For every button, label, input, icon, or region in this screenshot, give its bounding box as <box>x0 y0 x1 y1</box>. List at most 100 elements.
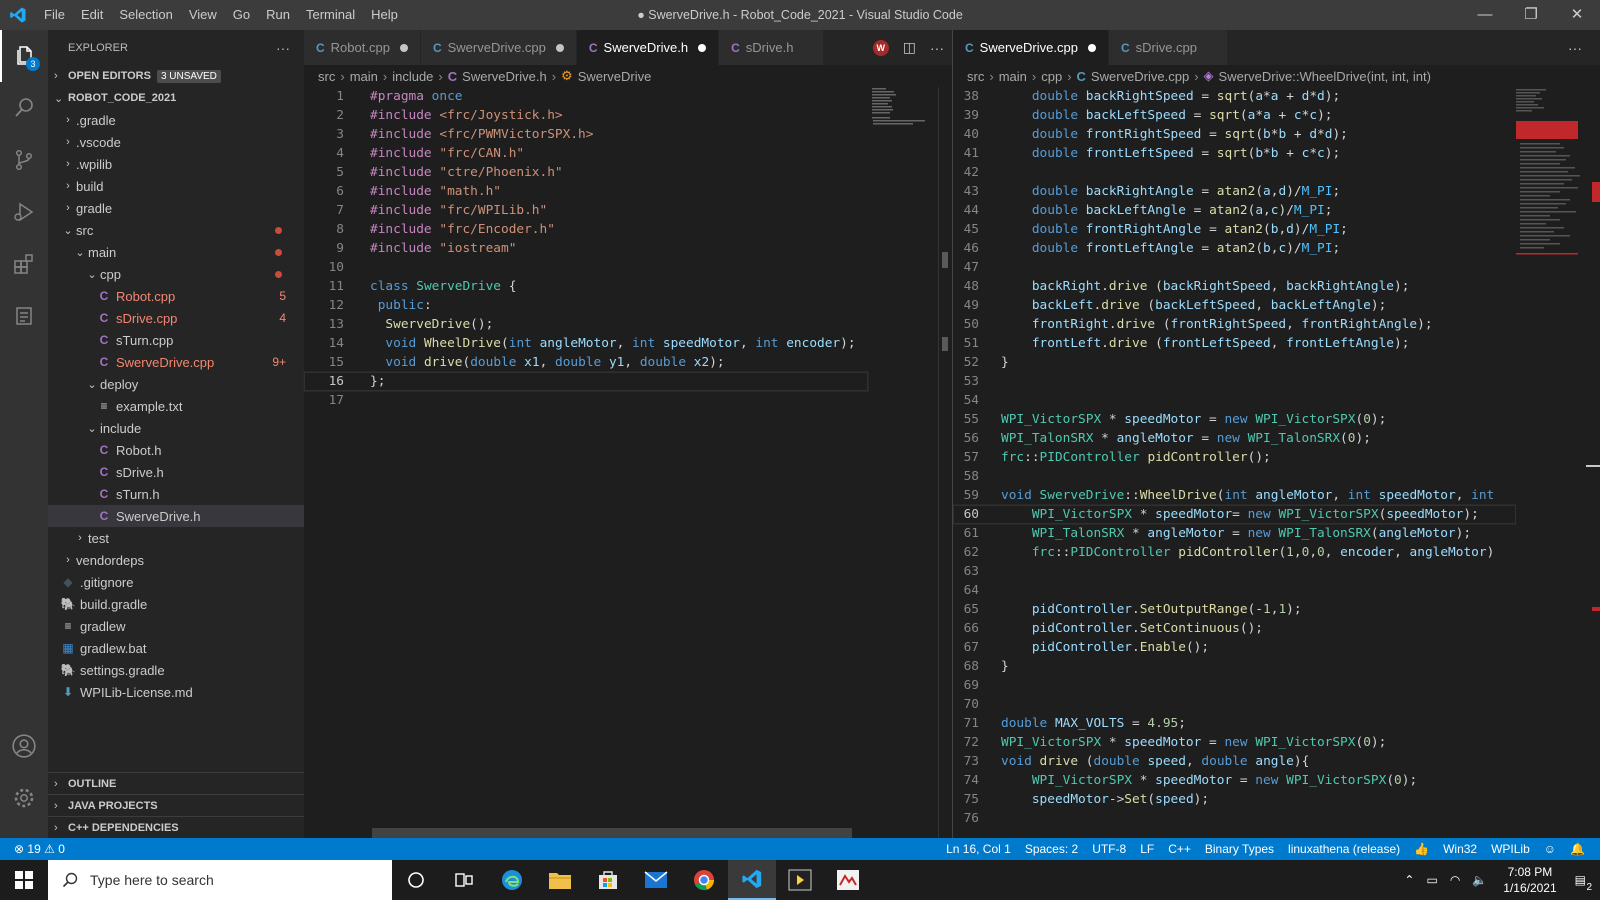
tree-item[interactable]: › gradle <box>48 197 304 219</box>
close-button[interactable]: ✕ <box>1554 0 1600 30</box>
split-editor-icon[interactable]: ◫ <box>903 39 916 56</box>
restore-button[interactable]: ❐ <box>1508 0 1554 30</box>
right-vertical-scrollbar[interactable] <box>1586 87 1600 838</box>
tree-item[interactable]: › build <box>48 175 304 197</box>
tree-item[interactable]: C Robot.h <box>48 439 304 461</box>
tree-item[interactable]: ▦ gradlew.bat <box>48 637 304 659</box>
source-control-activity[interactable] <box>0 134 48 186</box>
chevron-up-icon[interactable]: ⌃ <box>1398 873 1420 887</box>
left-minimap[interactable] <box>872 87 932 127</box>
problems-indicator[interactable]: ⊗ 19 ⚠ 0 <box>0 842 72 856</box>
tree-item[interactable]: ≡ example.txt <box>48 395 304 417</box>
run-debug-activity[interactable] <box>0 186 48 238</box>
test-activity[interactable] <box>0 290 48 342</box>
build-config[interactable]: linuxathena (release) <box>1281 842 1407 856</box>
tree-item[interactable]: C SwerveDrive.h <box>48 505 304 527</box>
tab-sdrive-cpp[interactable]: CsDrive.cpp <box>1108 30 1229 65</box>
tree-item[interactable]: ⌄ src <box>48 219 304 241</box>
search-activity[interactable] <box>0 82 48 134</box>
encoding[interactable]: UTF-8 <box>1085 842 1133 856</box>
thumbs-up-icon[interactable]: 👍 <box>1407 842 1436 856</box>
platform[interactable]: Win32 <box>1436 842 1484 856</box>
workspace-root[interactable]: ⌄ ROBOT_CODE_2021 <box>48 87 304 109</box>
tree-item[interactable]: CsDrive.cpp 4 <box>48 307 304 329</box>
store-icon[interactable] <box>584 860 632 900</box>
tree-item[interactable]: › .vscode <box>48 131 304 153</box>
vscode-taskbar-icon[interactable] <box>728 860 776 900</box>
breadcrumb-segment[interactable]: src <box>967 69 984 84</box>
breadcrumb-segment[interactable]: main <box>350 69 378 84</box>
tree-item[interactable]: CsTurn.h <box>48 483 304 505</box>
wpilib-icon[interactable]: W <box>872 39 889 56</box>
language-mode[interactable]: C++ <box>1161 842 1198 856</box>
driver-station-icon[interactable] <box>824 860 872 900</box>
menu-item-help[interactable]: Help <box>363 0 406 30</box>
breadcrumb-segment[interactable]: main <box>999 69 1027 84</box>
notifications-icon[interactable]: ▤ 2 <box>1567 873 1600 893</box>
menu-item-terminal[interactable]: Terminal <box>298 0 363 30</box>
tab-sdrive-h[interactable]: CsDrive.h <box>719 30 825 65</box>
left-horizontal-scrollbar[interactable] <box>372 828 852 838</box>
breadcrumb-file[interactable]: SwerveDrive.cpp <box>1091 69 1189 84</box>
accounts-activity[interactable] <box>0 720 48 772</box>
menu-item-view[interactable]: View <box>181 0 225 30</box>
taskbar-search[interactable]: Type here to search <box>48 860 392 900</box>
feedback-icon[interactable]: ☺ <box>1537 842 1563 856</box>
breadcrumb-segment[interactable]: src <box>318 69 335 84</box>
explorer-more-button[interactable]: ··· <box>276 40 290 56</box>
menu-item-selection[interactable]: Selection <box>111 0 180 30</box>
cpp-dependencies-section[interactable]: › C++ DEPENDENCIES <box>48 816 304 838</box>
menu-item-go[interactable]: Go <box>225 0 258 30</box>
outline-section[interactable]: › OUTLINE <box>48 772 304 794</box>
tree-item[interactable]: 🐘 settings.gradle <box>48 659 304 681</box>
edge-icon[interactable] <box>488 860 536 900</box>
breadcrumb-file[interactable]: SwerveDrive.h <box>462 69 547 84</box>
cursor-position[interactable]: Ln 16, Col 1 <box>939 842 1018 856</box>
minimize-button[interactable]: — <box>1462 0 1508 30</box>
tree-item[interactable]: CsDrive.h <box>48 461 304 483</box>
more-actions-icon[interactable]: ··· <box>1568 40 1582 56</box>
tab-swervedrive-cpp[interactable]: C SwerveDrive.cpp <box>420 30 577 65</box>
tree-item[interactable]: › .wpilib <box>48 153 304 175</box>
clock[interactable]: 7:08 PM 1/16/2021 <box>1493 864 1566 896</box>
wifi-icon[interactable]: ◠ <box>1444 873 1466 887</box>
mail-icon[interactable] <box>632 860 680 900</box>
breadcrumb-segment[interactable]: include <box>392 69 433 84</box>
chrome-icon[interactable] <box>680 860 728 900</box>
tree-item[interactable]: 🐘 build.gradle <box>48 593 304 615</box>
tab-robot-cpp[interactable]: C Robot.cpp <box>304 30 421 65</box>
cortana-icon[interactable] <box>392 860 440 900</box>
menu-item-edit[interactable]: Edit <box>73 0 111 30</box>
tab-swervedrive-h[interactable]: C SwerveDrive.h <box>576 30 720 65</box>
extensions-activity[interactable] <box>0 238 48 290</box>
tree-item[interactable]: › vendordeps <box>48 549 304 571</box>
breadcrumb-symbol[interactable]: SwerveDrive::WheelDrive(int, int, int) <box>1219 69 1431 84</box>
menu-item-run[interactable]: Run <box>258 0 298 30</box>
line-ending[interactable]: LF <box>1133 842 1161 856</box>
tree-item[interactable]: › .gradle <box>48 109 304 131</box>
tree-item[interactable]: ⌄ include <box>48 417 304 439</box>
battery-icon[interactable]: ▭ <box>1420 873 1443 887</box>
tab-swervedrive-cpp[interactable]: C SwerveDrive.cpp <box>953 30 1109 65</box>
tree-item[interactable]: C Robot.cpp 5 <box>48 285 304 307</box>
menu-item-file[interactable]: File <box>36 0 73 30</box>
tree-item[interactable]: › test <box>48 527 304 549</box>
start-button[interactable] <box>0 860 48 900</box>
explorer-activity[interactable]: 3 <box>0 30 48 82</box>
tree-item[interactable]: ◆ .gitignore <box>48 571 304 593</box>
tree-item[interactable]: ⌄ cpp <box>48 263 304 285</box>
java-projects-section[interactable]: › JAVA PROJECTS <box>48 794 304 816</box>
indentation[interactable]: Spaces: 2 <box>1018 842 1085 856</box>
tree-item[interactable]: C SwerveDrive.cpp 9+ <box>48 351 304 373</box>
file-explorer-icon[interactable] <box>536 860 584 900</box>
volume-icon[interactable]: 🔈 <box>1466 873 1493 887</box>
right-code-view[interactable]: 38 double backRightSpeed = sqrt(a*a + d*… <box>953 87 1516 838</box>
more-actions-icon[interactable]: ··· <box>930 40 944 56</box>
wpilib-status[interactable]: WPILib <box>1484 842 1537 856</box>
tree-item[interactable]: ⬇ WPILib-License.md <box>48 681 304 703</box>
left-vertical-scrollbar[interactable] <box>938 87 952 838</box>
bell-icon[interactable]: 🔔 <box>1563 842 1592 856</box>
left-code-view[interactable]: 1 #pragma once 2 #include <frc/Joystick.h> 3… <box>303 87 869 838</box>
binary-types[interactable]: Binary Types <box>1198 842 1281 856</box>
media-app-icon[interactable] <box>776 860 824 900</box>
